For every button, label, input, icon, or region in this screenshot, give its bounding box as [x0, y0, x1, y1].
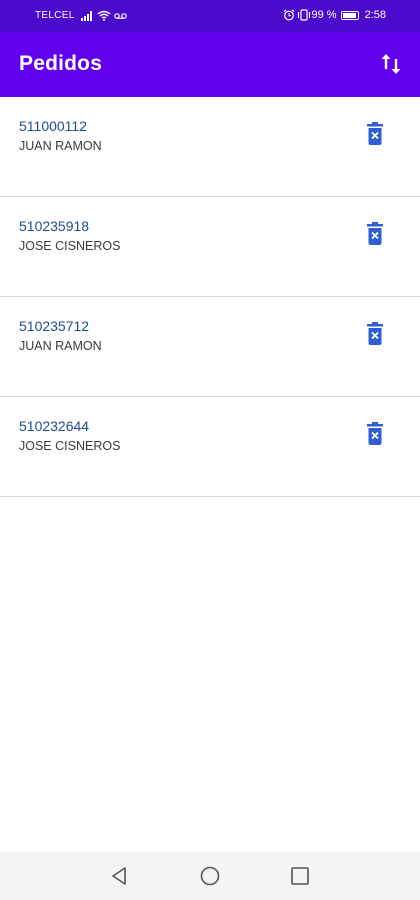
- vibrate-icon: [297, 9, 310, 21]
- delete-forever-icon: [367, 322, 383, 345]
- carrier-label: TELCEL: [35, 10, 75, 21]
- list-item[interactable]: 510232644 JOSE CISNEROS: [0, 397, 420, 497]
- status-right: 99 % 2:58: [283, 9, 386, 21]
- customer-name: JOSE CISNEROS: [19, 239, 121, 253]
- voicemail-icon: [113, 12, 127, 19]
- back-icon: [112, 867, 126, 885]
- customer-name: JUAN RAMON: [19, 339, 102, 353]
- delete-button[interactable]: [364, 321, 386, 347]
- app-bar: Pedidos: [0, 32, 420, 97]
- customer-name: JUAN RAMON: [19, 139, 102, 153]
- nav-back-button[interactable]: [110, 866, 130, 891]
- delete-button[interactable]: [364, 421, 386, 447]
- recents-icon: [291, 867, 309, 885]
- list-item[interactable]: 510235918 JOSE CISNEROS: [0, 197, 420, 297]
- swap-vert-icon: [381, 54, 401, 74]
- order-number: 510235918: [19, 218, 90, 234]
- delete-button[interactable]: [364, 221, 386, 247]
- status-left: TELCEL: [35, 10, 127, 21]
- signal-icon: [80, 10, 93, 21]
- clock: 2:58: [364, 9, 386, 21]
- list-item[interactable]: 510235712 JUAN RAMON: [0, 297, 420, 397]
- page-title: Pedidos: [19, 52, 103, 75]
- system-nav-bar: [0, 852, 420, 900]
- wifi-icon: [97, 10, 111, 21]
- delete-forever-icon: [367, 222, 383, 245]
- customer-name: JOSE CISNEROS: [19, 439, 121, 453]
- list-item[interactable]: 511000112 JUAN RAMON: [0, 97, 420, 197]
- alarm-icon: [283, 9, 294, 21]
- battery-icon: [340, 10, 359, 20]
- battery-percent: 99 %: [311, 9, 337, 21]
- delete-forever-icon: [367, 122, 383, 145]
- home-icon: [200, 866, 220, 886]
- status-bar: TELCEL 99 % 2:58: [0, 0, 420, 32]
- delete-button[interactable]: [364, 121, 386, 147]
- order-number: 510235712: [19, 318, 90, 334]
- sort-button[interactable]: [378, 50, 404, 78]
- nav-recents-button[interactable]: [290, 866, 310, 891]
- order-number: 511000112: [19, 118, 87, 134]
- orders-list: 511000112 JUAN RAMON 510235918 JOSE CISN…: [0, 97, 420, 497]
- nav-home-button[interactable]: [200, 866, 220, 891]
- order-number: 510232644: [19, 418, 90, 434]
- delete-forever-icon: [367, 422, 383, 445]
